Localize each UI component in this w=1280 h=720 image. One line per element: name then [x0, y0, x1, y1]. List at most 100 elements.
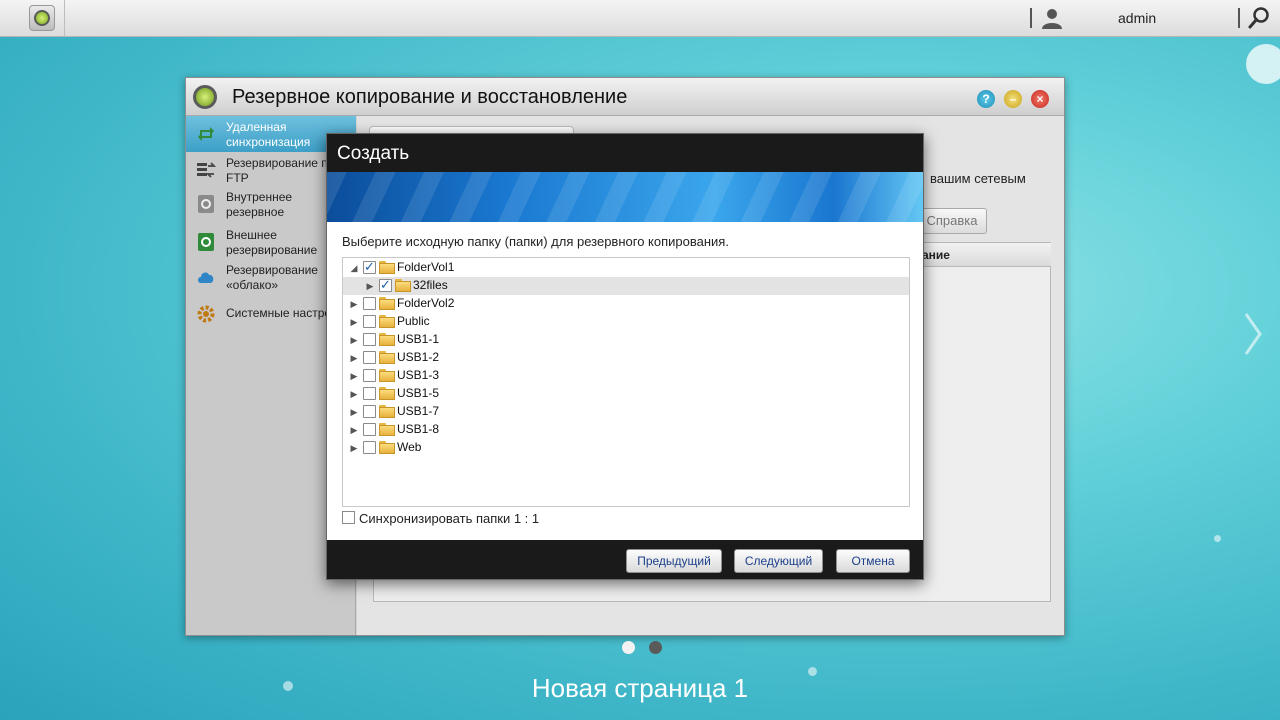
tree-checkbox[interactable]: [363, 387, 376, 400]
username-label[interactable]: admin: [1118, 10, 1156, 26]
internal-backup-icon: [198, 195, 214, 213]
top-bar: admin: [0, 0, 1280, 37]
close-button[interactable]: ×: [1031, 90, 1049, 108]
tree-row-web[interactable]: ▶ Web: [343, 439, 909, 457]
tree-label: 32files: [413, 278, 448, 292]
tree-checkbox[interactable]: [363, 297, 376, 310]
folder-icon: [379, 261, 395, 274]
page-indicator-2[interactable]: [649, 641, 662, 654]
tree-label: USB1-7: [397, 404, 440, 418]
home-icon: [34, 10, 50, 26]
tree-row-usb1-1[interactable]: ▶ USB1-1: [343, 331, 909, 349]
next-button[interactable]: Следующий: [734, 549, 823, 573]
folder-icon: [379, 351, 395, 364]
tree-checkbox[interactable]: [363, 405, 376, 418]
expand-arrow-icon[interactable]: ▶: [365, 277, 375, 295]
expand-arrow-icon[interactable]: ▶: [349, 295, 359, 313]
tree-row-usb1-3[interactable]: ▶ USB1-3: [343, 367, 909, 385]
folder-icon: [379, 423, 395, 436]
separator: [64, 0, 65, 37]
tree-checkbox[interactable]: [363, 441, 376, 454]
folder-icon: [379, 441, 395, 454]
dialog-titlebar[interactable]: Создать: [327, 134, 923, 172]
tree-row-32files[interactable]: ▶ ✓ 32files: [343, 277, 909, 295]
window-titlebar[interactable]: Резервное копирование и восстановление ?…: [186, 78, 1064, 116]
chevron-right-icon[interactable]: [1243, 312, 1263, 356]
checkmark-icon: ✓: [364, 259, 375, 274]
dialog-footer: Предыдущий Следующий Отмена: [327, 540, 923, 579]
minimize-icon: –: [1009, 92, 1017, 106]
expand-arrow-icon[interactable]: ▶: [349, 367, 359, 385]
description-text: вашим сетевым: [930, 171, 1026, 186]
tree-row-usb1-8[interactable]: ▶ USB1-8: [343, 421, 909, 439]
ftp-icon: [197, 162, 216, 178]
help-link-button[interactable]: Справка: [917, 208, 987, 234]
home-button[interactable]: [29, 5, 55, 31]
folder-tree: ◢ ✓ FolderVol1 ▶ ✓ 32files ▶ FolderVol2: [342, 257, 910, 507]
tree-label: USB1-8: [397, 422, 440, 436]
sync-1to1-checkbox[interactable]: [342, 511, 355, 524]
tree-row-foldervol1[interactable]: ◢ ✓ FolderVol1: [343, 259, 909, 277]
page-indicator-1[interactable]: [622, 641, 635, 654]
tree-row-usb1-7[interactable]: ▶ USB1-7: [343, 403, 909, 421]
tree-checkbox[interactable]: [363, 351, 376, 364]
gear-icon: [197, 305, 215, 323]
window-title: Резервное копирование и восстановление: [232, 86, 628, 108]
tree-checkbox[interactable]: [363, 369, 376, 382]
tree-label: FolderVol2: [397, 296, 455, 310]
expand-arrow-icon[interactable]: ▶: [349, 439, 359, 457]
sync-icon: [198, 127, 214, 141]
search-icon[interactable]: [1247, 6, 1271, 30]
cancel-button[interactable]: Отмена: [836, 549, 910, 573]
dialog-body: Выберите исходную папку (папки) для резе…: [327, 222, 923, 540]
expand-arrow-icon[interactable]: ▶: [349, 331, 359, 349]
tree-checkbox[interactable]: [363, 333, 376, 346]
expand-arrow-icon[interactable]: ▶: [349, 421, 359, 439]
tree-row-foldervol2[interactable]: ▶ FolderVol2: [343, 295, 909, 313]
expand-arrow-icon[interactable]: ▶: [349, 403, 359, 421]
folder-icon: [379, 405, 395, 418]
grid-column-header[interactable]: ание: [914, 243, 1051, 267]
collapse-arrow-icon[interactable]: ◢: [349, 259, 359, 277]
tree-row-usb1-2[interactable]: ▶ USB1-2: [343, 349, 909, 367]
previous-button[interactable]: Предыдущий: [626, 549, 722, 573]
tree-checkbox[interactable]: ✓: [363, 259, 376, 274]
tree-label: Web: [397, 440, 422, 454]
tree-checkbox[interactable]: ✓: [379, 277, 392, 292]
user-icon[interactable]: [1040, 6, 1064, 30]
instruction-text: Выберите исходную папку (папки) для резе…: [342, 234, 729, 249]
folder-icon: [395, 279, 411, 292]
create-dialog: Создать Выберите исходную папку (папки) …: [326, 133, 924, 580]
cloud-icon: [198, 272, 214, 283]
tree-label: USB1-3: [397, 368, 440, 382]
tree-label: USB1-2: [397, 350, 440, 364]
dialog-title: Создать: [337, 143, 410, 164]
sync-1to1-label[interactable]: Синхронизировать папки 1 : 1: [359, 511, 539, 526]
minimize-button[interactable]: –: [1004, 90, 1022, 108]
separator: [1030, 8, 1032, 28]
tree-checkbox[interactable]: [363, 423, 376, 436]
folder-icon: [379, 297, 395, 310]
tree-label: USB1-5: [397, 386, 440, 400]
expand-arrow-icon[interactable]: ▶: [349, 313, 359, 331]
page-caption: Новая страница 1: [531, 673, 749, 703]
app-icon: [193, 85, 217, 109]
folder-icon: [379, 333, 395, 346]
checkmark-icon: ✓: [380, 277, 391, 292]
dialog-banner: [327, 172, 923, 222]
close-icon: ×: [1036, 92, 1044, 106]
help-button[interactable]: ?: [977, 90, 995, 108]
tree-row-public[interactable]: ▶ Public: [343, 313, 909, 331]
folder-icon: [379, 369, 395, 382]
help-icon: ?: [982, 92, 990, 106]
tree-row-usb1-5[interactable]: ▶ USB1-5: [343, 385, 909, 403]
external-backup-icon: [198, 233, 214, 251]
tree-checkbox[interactable]: [363, 315, 376, 328]
background-sparkle: [1246, 44, 1280, 84]
tree-label: FolderVol1: [397, 260, 455, 274]
folder-icon: [379, 315, 395, 328]
background-sparkle: [1214, 535, 1221, 542]
expand-arrow-icon[interactable]: ▶: [349, 385, 359, 403]
folder-icon: [379, 387, 395, 400]
expand-arrow-icon[interactable]: ▶: [349, 349, 359, 367]
